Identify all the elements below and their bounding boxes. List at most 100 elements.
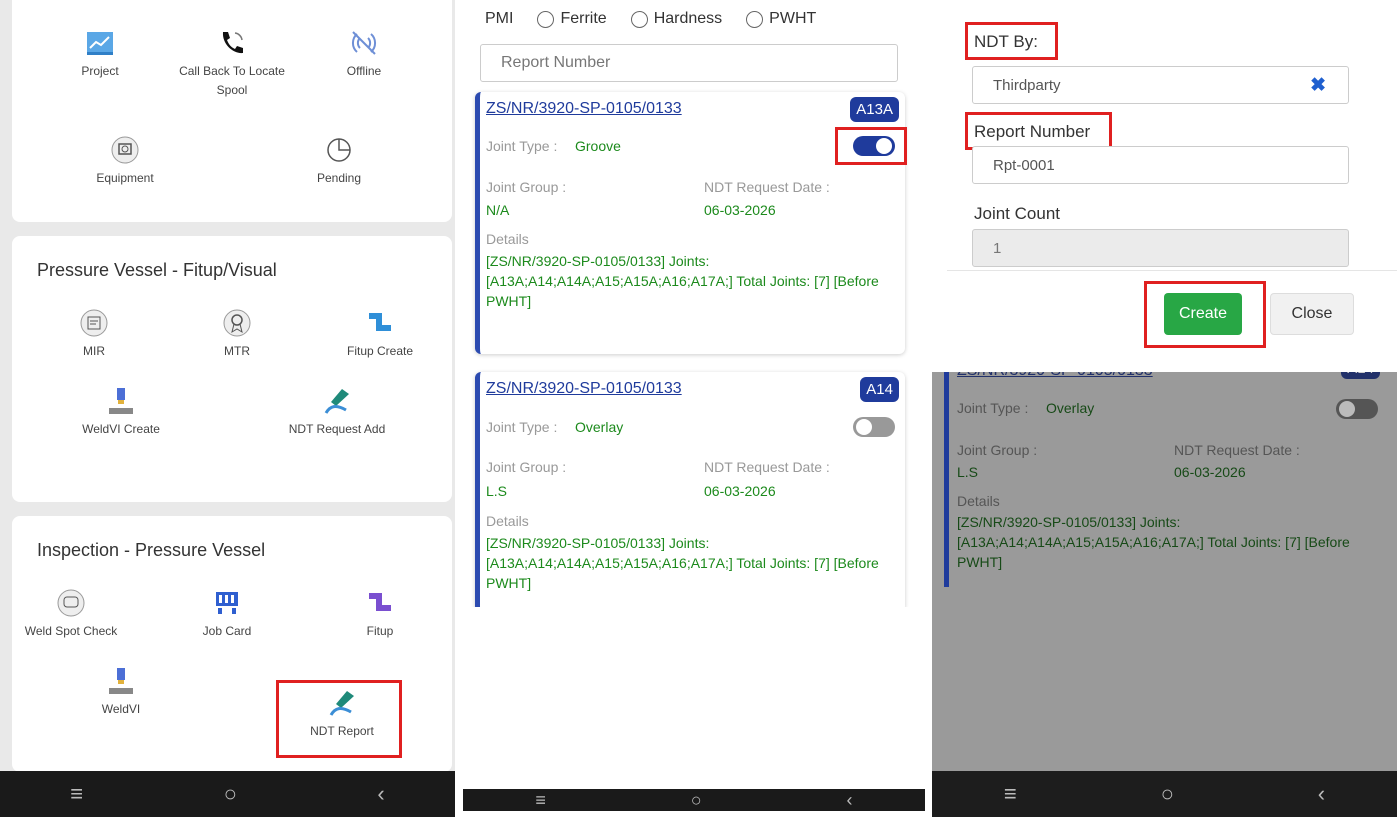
- joint-type-value: Overlay: [575, 419, 624, 435]
- tile-weldvi-create[interactable]: WeldVI Create: [61, 386, 181, 439]
- highlight-create: [1144, 281, 1266, 348]
- tile-offline[interactable]: Offline: [304, 28, 424, 81]
- request-date-value: 06-03-2026: [704, 202, 776, 218]
- joint-count-field: 1: [972, 229, 1349, 267]
- toggle-knob: [1339, 401, 1355, 417]
- dimmed-background: ZS/NR/3920-SP-0105/0133 A14 Joint Type :…: [932, 358, 1397, 771]
- pie-icon: [327, 138, 351, 162]
- request-date-label: NDT Request Date :: [704, 179, 830, 195]
- tile-equipment[interactable]: Equipment: [65, 135, 185, 188]
- joint-group-value: L.S: [957, 464, 979, 480]
- details-text: [ZS/NR/3920-SP-0105/0133] Joints: [A13A;…: [486, 535, 879, 591]
- select-toggle: [1336, 399, 1378, 419]
- radio-icon[interactable]: [630, 10, 648, 28]
- pv-fitup-card: Pressure Vessel - Fitup/Visual MIR MTR F…: [12, 236, 452, 502]
- weld-icon: [109, 668, 133, 694]
- tile-ndt-request-add[interactable]: NDT Request Add: [277, 386, 397, 439]
- tile-fitup[interactable]: Fitup: [320, 588, 440, 641]
- create-ndt-report-screen: ZS/NR/3920-SP-0105/0133 A14 Joint Type :…: [932, 0, 1397, 817]
- tile-label: MIR: [83, 344, 105, 358]
- filter-label: PWHT: [769, 10, 817, 27]
- details-label: Details: [486, 513, 529, 529]
- tile-pending[interactable]: Pending: [279, 135, 399, 188]
- menu-icon[interactable]: ≡: [70, 781, 83, 807]
- blank-area: [463, 607, 925, 817]
- joint-group-label: Joint Group :: [486, 459, 567, 475]
- pipe-icon: [369, 593, 391, 611]
- android-nav-bar: ≡ ○ ‹: [0, 771, 455, 817]
- tile-label: Job Card: [202, 624, 252, 638]
- divider: [947, 270, 1397, 271]
- create-report-dialog: NDT By: Thirdparty ✖ Report Number Rpt-0…: [932, 0, 1397, 372]
- request-date-label: NDT Request Date :: [704, 459, 830, 475]
- tile-fitup-create[interactable]: Fitup Create: [320, 308, 440, 361]
- back-icon[interactable]: ‹: [377, 781, 384, 807]
- joint-type-value: Groove: [575, 138, 621, 154]
- chart-icon: [87, 32, 113, 55]
- joint-group-label: Joint Group :: [957, 442, 1038, 458]
- section-title: Inspection - Pressure Vessel: [37, 540, 266, 560]
- highlight-toggle: [835, 127, 907, 165]
- quick-actions-card: Project Call Back To Locate Spool Offlin…: [12, 0, 452, 222]
- tile-label: Pending: [316, 171, 362, 185]
- background-request-card: ZS/NR/3920-SP-0105/0133 A14 Joint Type :…: [944, 358, 1390, 587]
- back-icon[interactable]: ‹: [1318, 781, 1325, 807]
- home-screen: Project Call Back To Locate Spool Offlin…: [0, 0, 455, 817]
- tile-project[interactable]: Project: [40, 28, 160, 81]
- home-icon[interactable]: ○: [1161, 781, 1174, 807]
- ndt-by-select[interactable]: Thirdparty ✖: [972, 66, 1349, 104]
- joint-type-label: Joint Type :: [486, 419, 558, 435]
- filter-pwht[interactable]: PWHT: [746, 10, 816, 28]
- radio-icon[interactable]: [537, 10, 555, 28]
- tile-label: MTR: [224, 344, 250, 358]
- home-icon[interactable]: ○: [224, 781, 237, 807]
- clear-icon[interactable]: ✖: [1310, 74, 1326, 97]
- details-label: Details: [957, 493, 1000, 509]
- tile-job-card[interactable]: Job Card: [167, 588, 287, 641]
- request-number-link[interactable]: ZS/NR/3920-SP-0105/0133: [486, 100, 682, 118]
- tile-label: Fitup Create: [346, 344, 414, 358]
- request-date-label: NDT Request Date :: [1174, 442, 1300, 458]
- close-button[interactable]: Close: [1270, 293, 1354, 335]
- mtr-icon: [223, 309, 251, 337]
- select-toggle[interactable]: [853, 417, 895, 437]
- tile-weldvi[interactable]: WeldVI: [61, 666, 181, 719]
- request-number-link[interactable]: ZS/NR/3920-SP-0105/0133: [486, 380, 682, 398]
- details-label: Details: [486, 231, 529, 247]
- tile-label: WeldVI: [101, 702, 141, 716]
- joint-count-label: Joint Count: [974, 204, 1060, 223]
- report-number-search-input[interactable]: Report Number: [480, 44, 898, 82]
- joint-type-value: Overlay: [1046, 400, 1095, 416]
- weld-icon: [109, 388, 133, 414]
- filter-label: Hardness: [653, 10, 723, 27]
- joint-group-value: N/A: [486, 202, 510, 218]
- ndt-icon: [324, 389, 349, 414]
- android-nav-bar: ≡ ○ ‹: [932, 771, 1397, 817]
- back-icon[interactable]: ‹: [847, 790, 853, 811]
- highlight-ndt-by: [965, 22, 1058, 60]
- tile-mir[interactable]: MIR: [34, 308, 154, 361]
- tile-weld-spot-check[interactable]: Weld Spot Check: [21, 588, 121, 641]
- ndt-request-card[interactable]: ZS/NR/3920-SP-0105/0133 A14 Joint Type :…: [475, 372, 905, 612]
- radio-icon[interactable]: [746, 10, 764, 28]
- chat-icon: [57, 589, 85, 617]
- filter-ferrite[interactable]: Ferrite: [537, 10, 607, 28]
- toggle-knob: [856, 419, 872, 435]
- filter-hardness[interactable]: Hardness: [630, 10, 723, 28]
- tile-call-back[interactable]: Call Back To Locate Spool: [172, 28, 292, 100]
- jobcard-icon: [216, 592, 238, 614]
- home-icon[interactable]: ○: [691, 790, 702, 811]
- tile-label: NDT Request Add: [288, 422, 386, 436]
- tile-label: Offline: [346, 64, 382, 78]
- report-number-input[interactable]: Rpt-0001: [972, 146, 1349, 184]
- details-text: [ZS/NR/3920-SP-0105/0133] Joints: [A13A;…: [957, 514, 1350, 570]
- menu-icon[interactable]: ≡: [535, 790, 546, 811]
- tile-mtr[interactable]: MTR: [177, 308, 297, 361]
- menu-icon[interactable]: ≡: [1004, 781, 1017, 807]
- highlight-ndt-report: [276, 680, 402, 758]
- filter-pmi[interactable]: PMI: [485, 10, 513, 28]
- joint-type-label: Joint Type :: [957, 400, 1029, 416]
- test-type-filter: PMI Ferrite Hardness PWHT: [485, 10, 830, 28]
- filter-label: Ferrite: [560, 10, 607, 27]
- joint-type-label: Joint Type :: [486, 138, 558, 154]
